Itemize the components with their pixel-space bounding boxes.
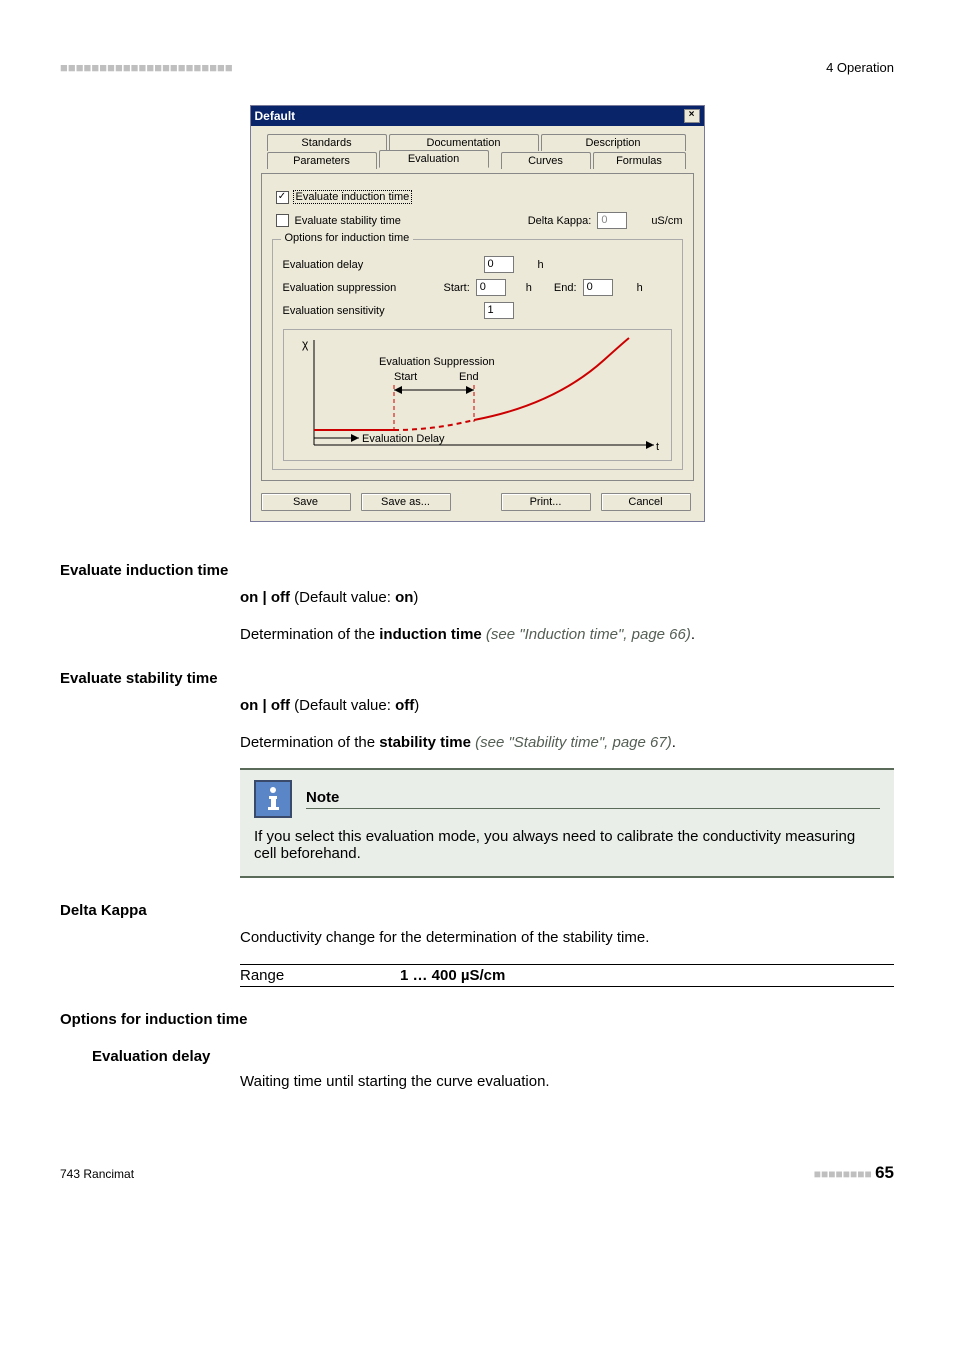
close-icon[interactable]: × [684, 109, 700, 123]
options-fieldset: Options for induction time Evaluation de… [272, 239, 683, 470]
footer-dots: ■■■■■■■■ [814, 1167, 872, 1181]
header-section: 4 Operation [826, 60, 894, 75]
stability-onoff-line: on | off (Default value: off) [240, 695, 894, 718]
save-as-button[interactable]: Save as... [361, 493, 451, 511]
tab-curves[interactable]: Curves [501, 152, 591, 169]
tab-strip: Standards Documentation Description Para… [261, 134, 694, 174]
supp-start-input[interactable]: 0 [476, 279, 506, 296]
supp-start-unit: h [526, 282, 532, 294]
save-button[interactable]: Save [261, 493, 351, 511]
checkbox-induction-label: Evaluate induction time [293, 190, 413, 204]
footer-left: 743 Rancimat [60, 1167, 134, 1181]
tab-formulas[interactable]: Formulas [593, 152, 686, 169]
titlebar: Default × [251, 106, 704, 126]
eval-sens-label: Evaluation sensitivity [283, 305, 438, 317]
footer-page: 65 [875, 1163, 894, 1182]
delta-kappa-unit: uS/cm [651, 215, 682, 227]
eval-delay-desc: Waiting time until starting the curve ev… [240, 1071, 894, 1094]
info-icon [254, 780, 292, 818]
header-ticks: ■■■■■■■■■■■■■■■■■■■■■■ [60, 60, 233, 75]
heading-evaluate-induction: Evaluate induction time [60, 562, 894, 579]
induction-onoff-line: on | off (Default value: on) [240, 587, 894, 610]
heading-evaluate-stability: Evaluate stability time [60, 670, 894, 687]
chart-x-axis: t [656, 441, 659, 453]
tab-standards[interactable]: Standards [267, 134, 387, 151]
chart-supp-label: Evaluation Suppression [379, 356, 495, 368]
checkbox-stability-label: Evaluate stability time [295, 215, 401, 227]
evaluation-chart: χ t Evaluation Delay Evaluation Suppress… [283, 329, 672, 461]
heading-options-induction: Options for induction time [60, 1011, 894, 1028]
print-button[interactable]: Print... [501, 493, 591, 511]
cancel-button[interactable]: Cancel [601, 493, 691, 511]
delta-kappa-desc: Conductivity change for the determinatio… [240, 927, 894, 950]
heading-eval-delay: Evaluation delay [92, 1048, 894, 1065]
tab-parameters[interactable]: Parameters [267, 152, 377, 169]
dialog-title: Default [255, 109, 296, 123]
eval-delay-unit: h [538, 259, 544, 271]
note-title: Note [306, 789, 880, 809]
supp-start-label: Start: [444, 282, 470, 294]
range-label: Range [240, 967, 400, 984]
supp-end-unit: h [637, 282, 643, 294]
heading-delta-kappa: Delta Kappa [60, 902, 894, 919]
tab-evaluation[interactable]: Evaluation [379, 150, 489, 168]
eval-supp-label: Evaluation suppression [283, 282, 438, 294]
eval-sens-input[interactable]: 1 [484, 302, 514, 319]
note-body: If you select this evaluation mode, you … [254, 828, 880, 862]
delta-kappa-input[interactable]: 0 [597, 212, 627, 229]
stability-desc: Determination of the stability time (see… [240, 732, 894, 755]
note-box: Note If you select this evaluation mode,… [240, 768, 894, 878]
options-legend: Options for induction time [281, 232, 414, 244]
chart-delay-label: Evaluation Delay [362, 433, 445, 445]
range-value: 1 … 400 µS/cm [400, 967, 505, 984]
supp-end-input[interactable]: 0 [583, 279, 613, 296]
checkbox-induction[interactable] [276, 191, 289, 204]
chart-supp-start: Start [394, 371, 417, 383]
eval-delay-input[interactable]: 0 [484, 256, 514, 273]
induction-desc: Determination of the induction time (see… [240, 624, 894, 647]
range-row: Range 1 … 400 µS/cm [240, 964, 894, 987]
checkbox-stability[interactable] [276, 214, 289, 227]
eval-delay-label: Evaluation delay [283, 259, 438, 271]
delta-kappa-label: Delta Kappa: [528, 215, 592, 227]
tab-description[interactable]: Description [541, 134, 686, 151]
chart-y-axis: χ [302, 337, 309, 351]
dialog-default: Default × Standards Documentation Descri… [250, 105, 705, 522]
chart-supp-end: End [459, 371, 479, 383]
supp-end-label: End: [554, 282, 577, 294]
tab-documentation[interactable]: Documentation [389, 134, 539, 151]
